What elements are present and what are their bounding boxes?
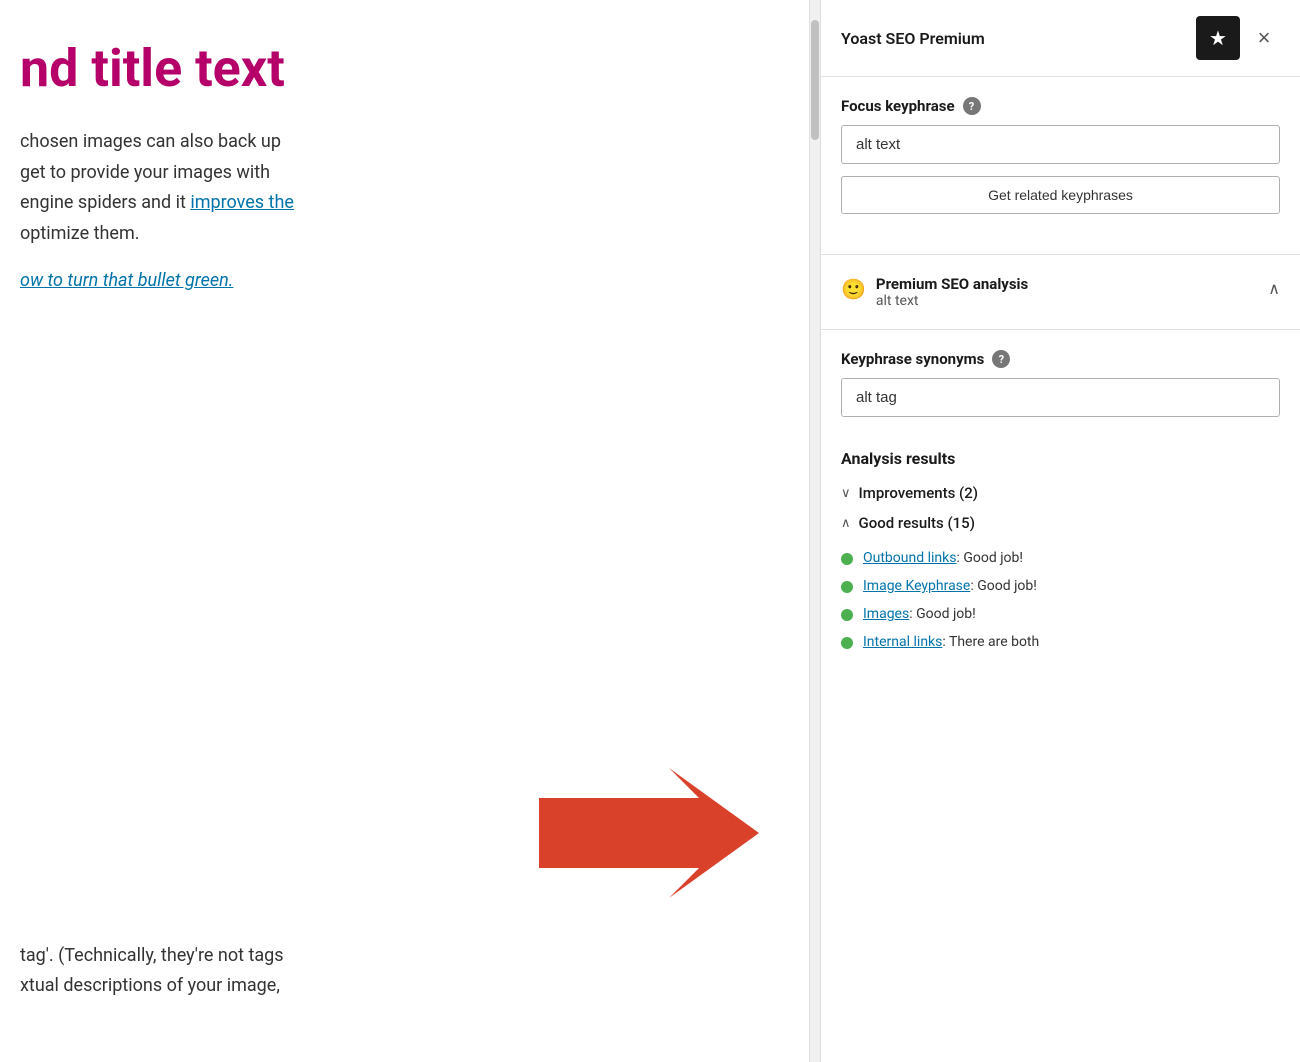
seo-analysis-chevron-icon[interactable]: ∧ [1268, 279, 1280, 298]
good-results-group-label: Good results (15) [859, 514, 975, 532]
outbound-links-link[interactable]: Outbound links [863, 550, 956, 566]
close-button[interactable]: × [1248, 22, 1280, 54]
star-icon: ★ [1209, 26, 1227, 51]
good-results-group-header[interactable]: ∧ Good results (15) [841, 514, 1280, 532]
improvements-group-label: Improvements (2) [859, 484, 979, 502]
images-link[interactable]: Images [863, 606, 909, 622]
image-keyphrase-text: : Good job! [970, 578, 1037, 594]
arrow-indicator [539, 768, 759, 902]
keyphrase-synonyms-help-icon[interactable]: ? [992, 350, 1010, 368]
yoast-seo-panel: Yoast SEO Premium ★ × Focus keyphrase ? … [820, 0, 1300, 1062]
focus-keyphrase-input[interactable] [841, 125, 1280, 164]
good-results-chevron-icon: ∧ [841, 516, 851, 531]
bottom-paragraph: tag'. (Technically, they're not tags xtu… [20, 941, 779, 1002]
panel-title: Yoast SEO Premium [841, 29, 985, 48]
content-editor: nd title text chosen images can also bac… [0, 0, 810, 1062]
focus-keyphrase-label: Focus keyphrase ? [841, 97, 1280, 115]
seo-analysis-section: 🙂 Premium SEO analysis alt text ∧ [841, 275, 1280, 309]
seo-analysis-text: Premium SEO analysis alt text [876, 275, 1028, 309]
article-title: nd title text [20, 40, 779, 97]
result-dot-green-2 [841, 581, 853, 593]
seo-analysis-title: Premium SEO analysis [876, 275, 1028, 293]
result-text: Outbound links: Good job! [863, 550, 1023, 566]
result-dot-green-4 [841, 637, 853, 649]
panel-header-actions: ★ × [1196, 16, 1280, 60]
seo-analysis-left: 🙂 Premium SEO analysis alt text [841, 275, 1028, 309]
improves-link[interactable]: improves the [190, 192, 294, 213]
scrollbar[interactable] [810, 0, 820, 1062]
outbound-links-text: : Good job! [956, 550, 1023, 566]
seo-analysis-subtitle: alt text [876, 293, 1028, 309]
image-keyphrase-link[interactable]: Image Keyphrase [863, 578, 970, 594]
result-item-images: Images: Good job! [841, 600, 1280, 628]
result-item-image-keyphrase: Image Keyphrase: Good job! [841, 572, 1280, 600]
focus-keyphrase-section: Focus keyphrase ? Get related keyphrases [841, 97, 1280, 234]
analysis-results-title: Analysis results [841, 449, 1280, 468]
body-text-part3: engine spiders and it improves the [20, 192, 294, 213]
section-divider-2 [821, 329, 1300, 330]
improvements-group: ∨ Improvements (2) [841, 484, 1280, 502]
improvements-chevron-icon: ∨ [841, 486, 851, 501]
result-item-internal-links: Internal links: There are both [841, 628, 1280, 656]
keyphrase-synonyms-label: Keyphrase synonyms ? [841, 350, 1280, 368]
get-related-keyphrases-button[interactable]: Get related keyphrases [841, 176, 1280, 214]
bullet-green-link[interactable]: ow to turn that bullet green. [20, 270, 779, 291]
keyphrase-synonyms-input[interactable] [841, 378, 1280, 417]
result-text-2: Image Keyphrase: Good job! [863, 578, 1037, 594]
result-text-3: Images: Good job! [863, 606, 976, 622]
images-text: : Good job! [909, 606, 976, 622]
result-dot-green-3 [841, 609, 853, 621]
panel-content: Focus keyphrase ? Get related keyphrases… [821, 77, 1300, 704]
star-button[interactable]: ★ [1196, 16, 1240, 60]
scrollbar-thumb[interactable] [811, 20, 819, 140]
analysis-results-section: Analysis results ∨ Improvements (2) ∧ Go… [841, 449, 1280, 664]
smiley-icon: 🙂 [841, 277, 866, 301]
keyphrase-synonyms-section: Keyphrase synonyms ? [841, 350, 1280, 429]
panel-header: Yoast SEO Premium ★ × [821, 0, 1300, 77]
internal-links-link[interactable]: Internal links [863, 634, 942, 650]
focus-keyphrase-help-icon[interactable]: ? [963, 97, 981, 115]
improvements-group-header[interactable]: ∨ Improvements (2) [841, 484, 1280, 502]
result-text-4: Internal links: There are both [863, 634, 1039, 650]
good-results-group: ∧ Good results (15) Outbound links: Good… [841, 514, 1280, 656]
section-divider-1 [821, 254, 1300, 255]
internal-links-text: : There are both [942, 634, 1039, 650]
close-icon: × [1258, 25, 1271, 51]
body-paragraph-1: chosen images can also back up get to pr… [20, 127, 779, 249]
result-item-outbound-links: Outbound links: Good job! [841, 544, 1280, 572]
result-dot-green [841, 553, 853, 565]
